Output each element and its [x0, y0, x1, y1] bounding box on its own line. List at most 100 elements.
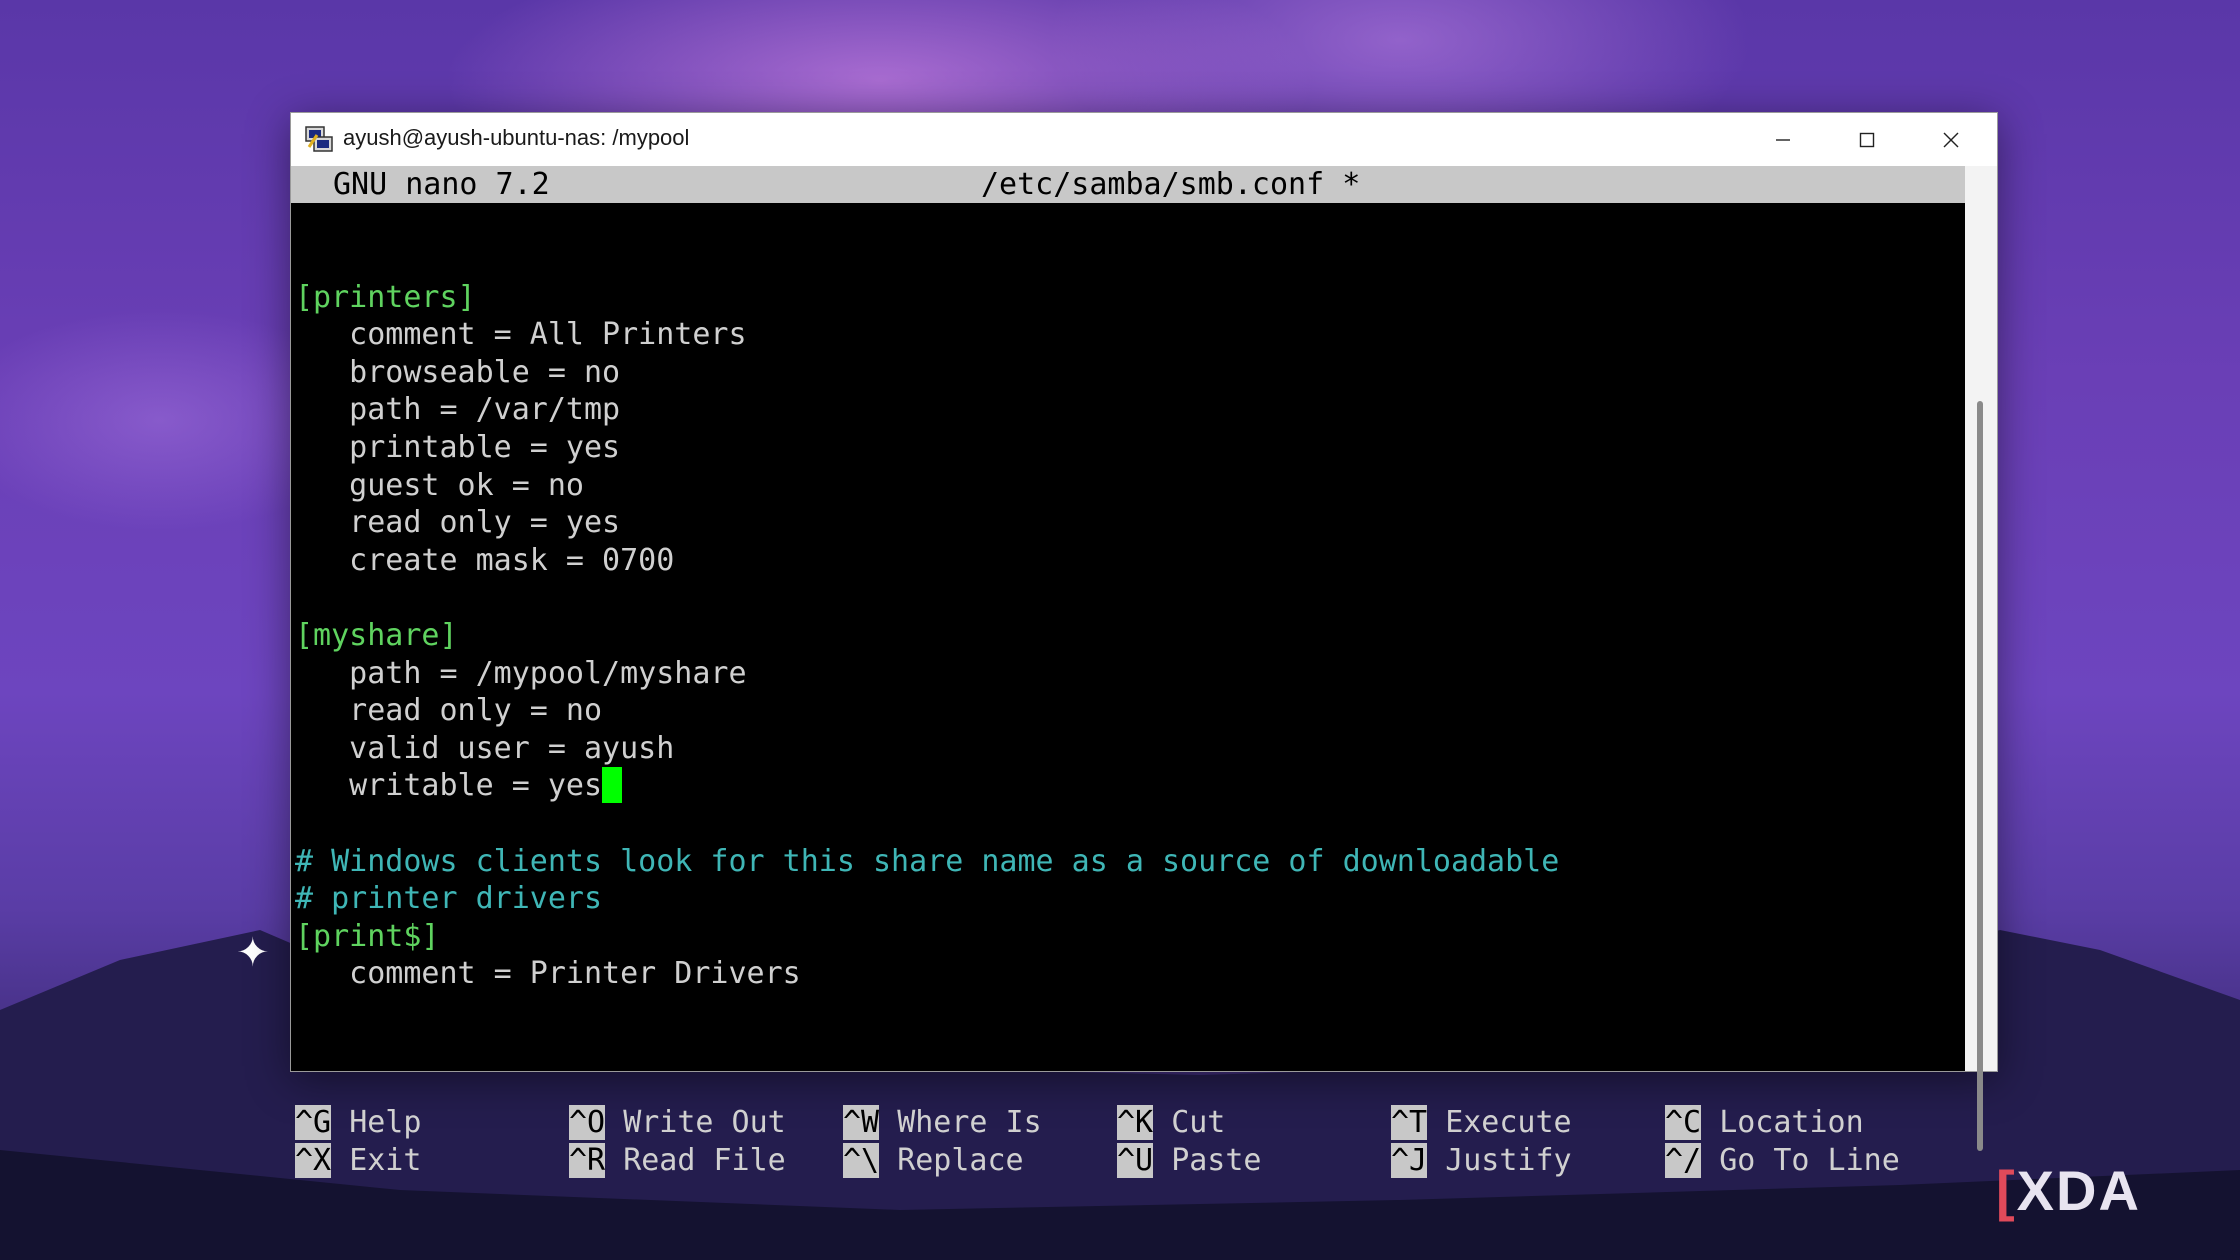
editor-line-text: comment = All Printers [295, 317, 747, 353]
editor-line: valid user = ayush [295, 730, 1559, 768]
shortcut-spacer [605, 1143, 623, 1178]
editor-line: browseable = no [295, 354, 1559, 392]
shortcut-spacer [605, 1105, 623, 1140]
editor-line-text: create mask = 0700 [295, 542, 675, 578]
editor-line: [print$] [295, 918, 1559, 956]
shortcut-item[interactable]: ^O Write Out [569, 1104, 786, 1142]
shortcut-row-2: ^X Exit ^R Read File ^\ Replace ^U Paste ^J … [291, 1142, 1965, 1180]
maximize-icon [1859, 132, 1875, 147]
editor-line: comment = All Printers [295, 316, 1559, 354]
window-title: ayush@ayush-ubuntu-nas: /mypool [343, 125, 690, 150]
shortcut-item[interactable]: ^/ Go To Line [1665, 1142, 1900, 1180]
xda-logo-icon: [ [1996, 1159, 2017, 1222]
editor-line-text: [print$] [295, 918, 440, 954]
shortcut-item[interactable]: ^T Execute [1391, 1104, 1572, 1142]
shortcut-label: Read File [623, 1142, 786, 1178]
editor-line-text: # Windows clients look for this share na… [295, 843, 1560, 879]
shortcut-row-1: ^G Help ^O Write Out ^W Where Is ^K Cut ^T E… [291, 1104, 1965, 1142]
shortcut-item[interactable]: ^C Location [1665, 1104, 1864, 1142]
shortcut-spacer [331, 1105, 349, 1140]
shortcut-key: ^/ [1665, 1142, 1702, 1178]
shortcut-label: Replace [897, 1142, 1024, 1178]
editor-line-text: read only = yes [295, 505, 621, 541]
editor-line: guest ok = no [295, 467, 1559, 505]
editor-line: [printers] [295, 279, 1559, 317]
editor-line-text: guest ok = no [295, 467, 584, 503]
editor-line-text: [myshare] [295, 617, 458, 653]
editor-line: read only = no [295, 692, 1559, 730]
shortcut-key: ^R [569, 1142, 606, 1178]
shortcut-label: Paste [1171, 1142, 1262, 1178]
shortcut-key: ^C [1665, 1105, 1702, 1140]
shortcut-label: Justify [1445, 1142, 1572, 1178]
shortcut-spacer [1153, 1105, 1171, 1140]
minimize-button[interactable] [1741, 113, 1825, 166]
shortcut-label: Where Is [897, 1105, 1042, 1140]
shortcut-key: ^O [569, 1105, 606, 1140]
editor-line-text: read only = no [295, 693, 603, 729]
shortcut-item[interactable]: ^\ Replace [843, 1142, 1024, 1180]
shortcut-spacer [331, 1143, 349, 1178]
editor-line-text: writable = yes [295, 768, 603, 804]
shortcut-item[interactable]: ^J Justify [1391, 1142, 1572, 1180]
editor-line-text: # printer drivers [295, 881, 603, 917]
editor-line: # printer drivers [295, 880, 1559, 918]
editor-line: path = /var/tmp [295, 391, 1559, 429]
editor-line: path = /mypool/myshare [295, 655, 1559, 693]
editor-line: writable = yes [295, 767, 1559, 805]
editor-line-text: browseable = no [295, 354, 621, 390]
terminal-window[interactable]: ayush@ayush-ubuntu-nas: /mypool GNU nano… [290, 112, 1998, 1178]
editor-line: # Windows clients look for this share na… [295, 843, 1559, 881]
shortcut-spacer [1427, 1143, 1445, 1178]
shortcut-spacer [879, 1105, 897, 1140]
editor-line-text: path = /var/tmp [295, 392, 621, 428]
shortcut-item[interactable]: ^X Exit [295, 1142, 421, 1180]
nano-filename: /etc/samba/smb.conf * [981, 167, 1361, 202]
editor-line-text: path = /mypool/myshare [295, 655, 747, 691]
editor-line-text: printable = yes [295, 429, 621, 465]
editor-line: read only = yes [295, 504, 1559, 542]
shortcut-label: Execute [1445, 1105, 1572, 1140]
shortcut-label: Location [1719, 1105, 1864, 1140]
editor-line: comment = Printer Drivers [295, 955, 1559, 993]
shortcut-bar: ^G Help ^O Write Out ^W Where Is ^K Cut ^T E… [291, 1104, 1965, 1254]
shortcut-label: Exit [349, 1142, 422, 1178]
shortcut-key: ^\ [843, 1142, 880, 1178]
xda-watermark-text: XDA [2016, 1159, 2141, 1222]
nano-version: GNU nano 7.2 [333, 167, 550, 202]
editor-line-text: [printers] [295, 279, 476, 315]
shortcut-spacer [1427, 1105, 1445, 1140]
shortcut-key: ^K [1117, 1105, 1154, 1140]
nano-header-bar: GNU nano 7.2 /etc/samba/smb.conf * [291, 166, 1965, 203]
scrollbar[interactable] [1965, 166, 1997, 1151]
title-bar[interactable]: ayush@ayush-ubuntu-nas: /mypool [291, 113, 1997, 166]
shortcut-label: Write Out [623, 1105, 786, 1140]
shortcut-item[interactable]: ^G Help [295, 1104, 421, 1142]
sparkle-star-icon: ✦ [236, 930, 270, 976]
shortcut-key: ^G [295, 1105, 332, 1140]
maximize-button[interactable] [1825, 113, 1909, 166]
text-cursor [602, 767, 623, 804]
scrollbar-thumb[interactable] [1977, 401, 1983, 1151]
shortcut-spacer [879, 1143, 897, 1178]
minimize-icon [1776, 138, 1790, 141]
editor-line-text: valid user = ayush [295, 730, 675, 766]
close-button[interactable] [1909, 113, 1993, 166]
shortcut-label: Help [349, 1105, 422, 1140]
shortcut-spacer [1701, 1105, 1719, 1140]
close-icon [1943, 132, 1959, 147]
shortcut-spacer [1701, 1143, 1719, 1178]
xda-watermark: [XDA [1996, 1158, 2141, 1223]
shortcut-item[interactable]: ^U Paste [1117, 1142, 1262, 1180]
shortcut-key: ^T [1391, 1105, 1428, 1140]
editor-buffer[interactable]: [printers] comment = All Printers browse… [295, 241, 1559, 993]
editor-line-text: comment = Printer Drivers [295, 956, 801, 992]
shortcut-spacer [1153, 1143, 1171, 1178]
shortcut-item[interactable]: ^K Cut [1117, 1104, 1225, 1142]
shortcut-key: ^J [1391, 1142, 1428, 1178]
shortcut-item[interactable]: ^R Read File [569, 1142, 786, 1180]
shortcut-item[interactable]: ^W Where Is [843, 1104, 1042, 1142]
